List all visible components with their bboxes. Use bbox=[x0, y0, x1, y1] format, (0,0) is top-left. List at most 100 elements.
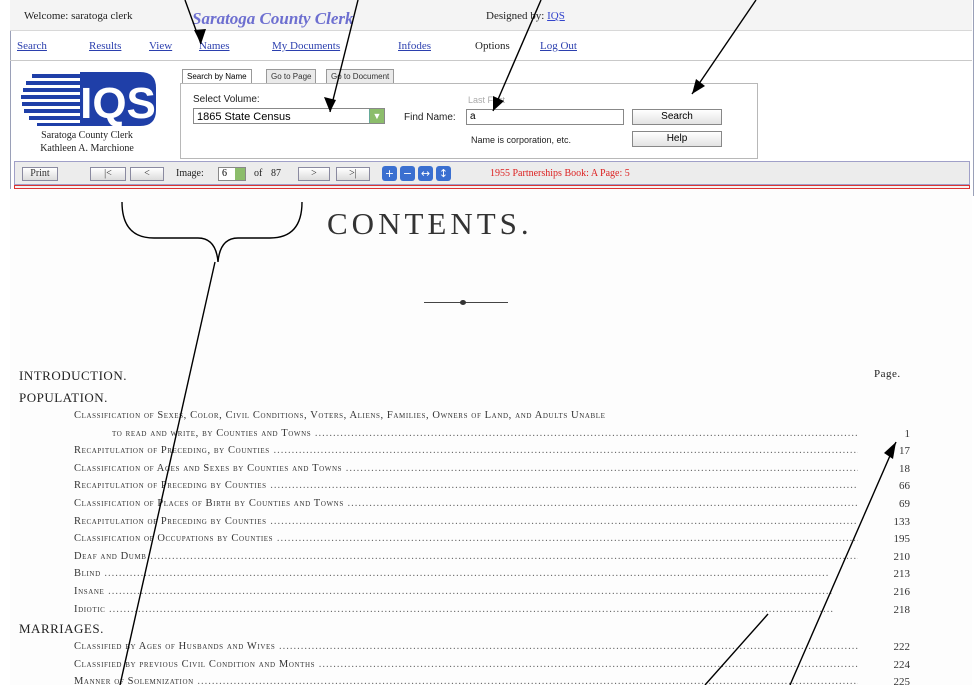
toc-entry-text: Classified by previous Civil Condition a… bbox=[74, 658, 316, 670]
logo-caption-county: Saratoga County Clerk bbox=[41, 130, 133, 141]
toc-entry-text: Recapitulation of Preceding by Counties bbox=[74, 515, 267, 527]
iqs-link[interactable]: IQS bbox=[547, 10, 565, 22]
iqs-logo: IQS bbox=[20, 70, 158, 128]
chevron-down-icon[interactable] bbox=[235, 168, 245, 180]
dot-leader: ........................................… bbox=[314, 427, 858, 439]
toc-entry: Classification of Sexes, Color, Civil Co… bbox=[74, 410, 858, 423]
nav-infodes[interactable]: Infodes bbox=[398, 40, 431, 52]
fit-width-icon[interactable]: ↔ bbox=[418, 166, 433, 181]
logo-caption-clerk: Kathleen A. Marchione bbox=[40, 143, 134, 154]
toc-entry-text: Classification of Occupations by Countie… bbox=[74, 533, 274, 545]
tab-go-to-page[interactable]: Go to Page bbox=[266, 69, 317, 84]
image-number-select[interactable]: 6 bbox=[218, 167, 246, 181]
page-column-header: Page. bbox=[874, 368, 901, 380]
search-button[interactable]: Search bbox=[632, 109, 722, 125]
toc-entry-text: Recapitulation of Preceding, by Counties bbox=[74, 445, 270, 457]
nav-my-documents[interactable]: My Documents bbox=[272, 40, 340, 52]
toc-page-number: 195 bbox=[893, 533, 911, 546]
next-page-button[interactable]: > bbox=[298, 167, 330, 181]
toc-page-number: 69 bbox=[899, 498, 910, 510]
volume-select-value: 1865 State Census bbox=[197, 111, 291, 123]
first-page-button[interactable]: |< bbox=[90, 167, 126, 181]
designed-by: Designed by: IQS bbox=[486, 10, 565, 22]
toc-entry-text: Classified by Ages of Husbands and Wives bbox=[74, 641, 276, 652]
nav-names[interactable]: Names bbox=[199, 40, 230, 52]
toc-page-number: 210 bbox=[893, 550, 911, 563]
toc-entry: to read and write, by Counties and Towns… bbox=[112, 428, 858, 441]
toc-entry-text: Idiotic bbox=[74, 603, 106, 615]
dot-leader: ........................................… bbox=[318, 658, 858, 670]
toc-page-number: 18 bbox=[899, 462, 910, 475]
toc-entry: Manner of Solemnization ................… bbox=[74, 676, 858, 689]
toc-page-number: 17 bbox=[899, 445, 910, 458]
tab-search-by-name[interactable]: Search by Name bbox=[182, 69, 252, 84]
chevron-down-icon[interactable]: ▼ bbox=[369, 109, 384, 123]
nav-search[interactable]: Search bbox=[17, 40, 47, 52]
fit-height-icon[interactable]: ↕ bbox=[436, 166, 451, 181]
corporation-note: Name is corporation, etc. bbox=[471, 135, 572, 145]
toc-entry: Classification of Ages and Sexes by Coun… bbox=[74, 463, 858, 476]
zoom-out-icon[interactable]: − bbox=[400, 166, 415, 181]
document-title: CONTENTS. bbox=[327, 206, 533, 241]
section-marriages: MARRIAGES. bbox=[19, 621, 104, 636]
find-name-input[interactable]: a bbox=[466, 109, 624, 125]
designed-by-label: Designed by: bbox=[486, 10, 545, 22]
dot-leader: ........................................… bbox=[100, 568, 830, 580]
section-population: POPULATION. bbox=[19, 390, 108, 405]
toc-entry: Classified by Ages of Husbands and Wives… bbox=[74, 641, 858, 654]
section-introduction: INTRODUCTION. bbox=[19, 368, 127, 383]
dot-leader: ........................................… bbox=[104, 586, 834, 597]
zoom-in-icon[interactable]: + bbox=[382, 166, 397, 181]
dot-leader: ........................................… bbox=[278, 641, 858, 652]
toc-page-number: 66 bbox=[899, 480, 910, 493]
toc-entry-text: Blind bbox=[74, 568, 101, 580]
last-page-button[interactable]: >| bbox=[336, 167, 370, 181]
toc-entry: Insane .................................… bbox=[74, 586, 858, 599]
image-label: Image: bbox=[176, 168, 204, 179]
toc-entry-text: Insane bbox=[74, 586, 105, 597]
toc-page-number: 216 bbox=[893, 586, 911, 598]
app-title: Saratoga County Clerk bbox=[192, 9, 354, 28]
nav-logout[interactable]: Log Out bbox=[540, 40, 577, 52]
nav-options[interactable]: Options bbox=[475, 40, 510, 52]
last-first-hint: Last First bbox=[468, 95, 506, 105]
dot-leader: ........................................… bbox=[270, 480, 858, 492]
toc-entry-text: Recapitulation of Preceding by Counties bbox=[74, 480, 267, 492]
divider-ornament bbox=[424, 302, 508, 303]
dot-leader: ........................................… bbox=[270, 515, 858, 527]
toc-entry-text: Classification of Sexes, Color, Civil Co… bbox=[74, 410, 606, 421]
print-button[interactable]: Print bbox=[22, 167, 58, 181]
toc-page-number: 1 bbox=[904, 427, 911, 440]
divider-ornament-dot bbox=[460, 300, 466, 305]
nav-bar: Search Results View Names My Documents I… bbox=[10, 34, 972, 61]
dot-leader: ........................................… bbox=[146, 550, 858, 562]
toc-entry: Deaf and Dumb ..........................… bbox=[74, 551, 858, 564]
dot-leader: ........................................… bbox=[347, 498, 858, 509]
toc-page-number: 218 bbox=[893, 603, 911, 616]
toc-entry: Idiotic ................................… bbox=[74, 604, 858, 617]
toc-page-number: 225 bbox=[893, 676, 911, 688]
toc-entry-text: to read and write, by Counties and Towns bbox=[112, 427, 312, 439]
toc-entry-text: Classification of Places of Birth by Cou… bbox=[74, 498, 344, 509]
toc-page-number: 224 bbox=[893, 658, 911, 671]
dot-leader: ........................................… bbox=[276, 533, 858, 545]
toc-entry: Classification of Occupations by Countie… bbox=[74, 533, 858, 546]
toc-page-number: 222 bbox=[893, 641, 911, 653]
dot-leader: ........................................… bbox=[273, 445, 858, 457]
find-name-label: Find Name: bbox=[404, 112, 456, 123]
logo-text: IQS bbox=[80, 79, 156, 128]
nav-view[interactable]: View bbox=[149, 40, 172, 52]
dot-leader: ........................................… bbox=[345, 462, 858, 474]
welcome-text: Welcome: saratoga clerk bbox=[24, 10, 133, 22]
volume-select[interactable]: 1865 State Census ▼ bbox=[193, 108, 385, 124]
toc-entry-text: Manner of Solemnization bbox=[74, 676, 194, 687]
toc-entry: Recapitulation of Preceding, by Counties… bbox=[74, 445, 858, 458]
toc-entry: Recapitulation of Preceding by Counties … bbox=[74, 480, 858, 493]
tab-go-to-document[interactable]: Go to Document bbox=[326, 69, 395, 84]
dot-leader: ........................................… bbox=[193, 676, 858, 687]
toc-entry-text: Deaf and Dumb bbox=[74, 550, 147, 562]
prev-page-button[interactable]: < bbox=[130, 167, 164, 181]
nav-results[interactable]: Results bbox=[89, 40, 121, 52]
help-button[interactable]: Help bbox=[632, 131, 722, 147]
total-images: 87 bbox=[271, 168, 281, 179]
